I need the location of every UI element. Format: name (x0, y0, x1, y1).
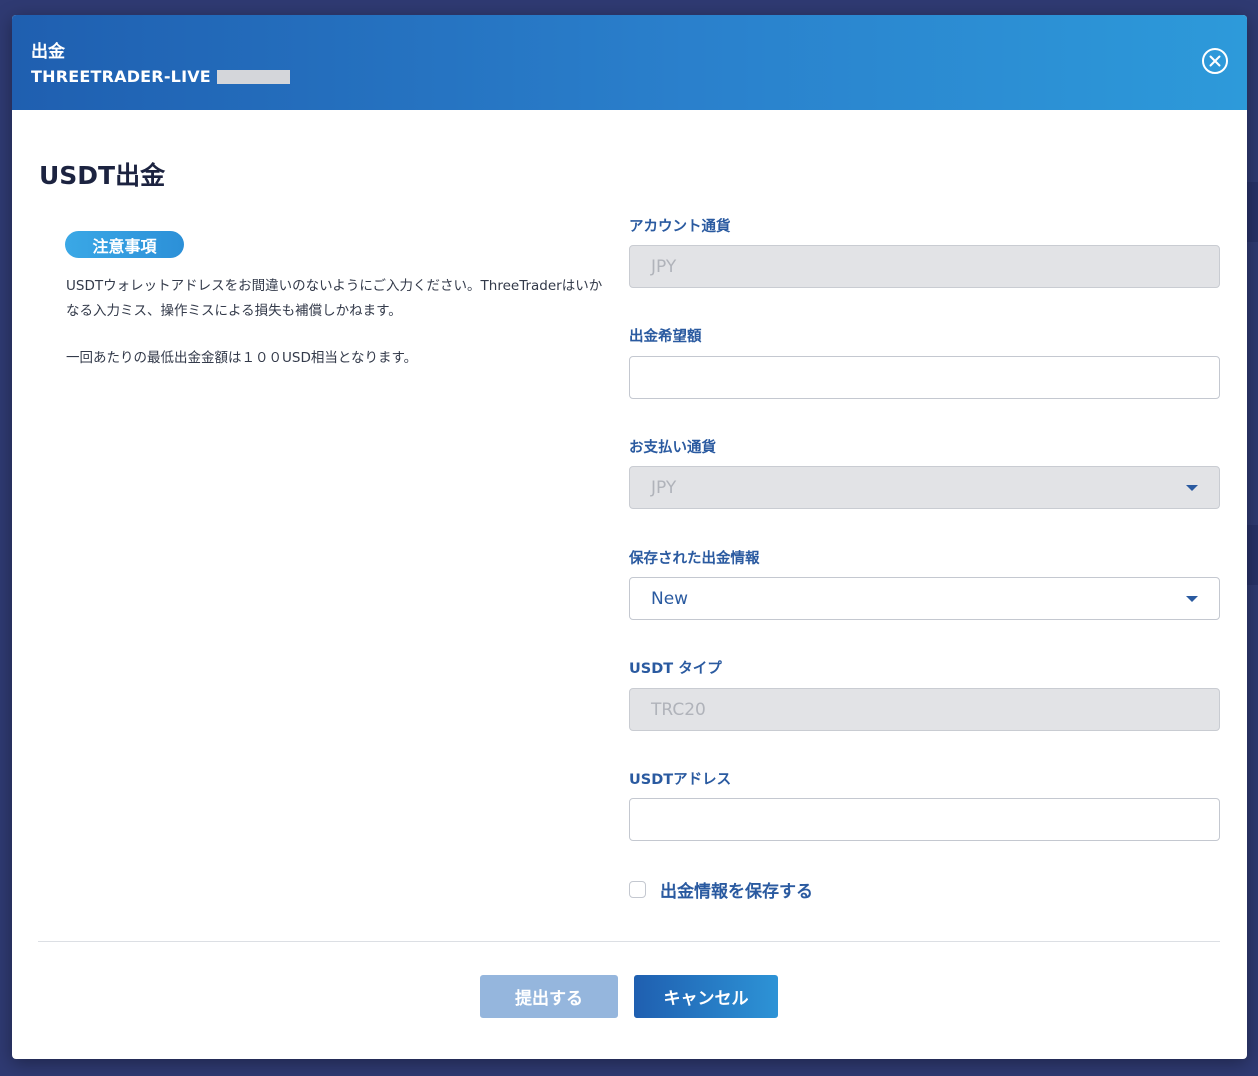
account-currency-label: アカウント通貨 (629, 219, 731, 235)
account-currency-value: JPY (651, 256, 677, 277)
payment-currency-label: お支払い通貨 (629, 440, 716, 456)
save-info-checkbox[interactable] (629, 881, 646, 898)
backdrop-stripe (1246, 182, 1258, 242)
notice-text: USDTウォレットアドレスをお間違いのないようにご入力ください。ThreeTra… (66, 274, 611, 371)
page-title: USDT出金 (39, 161, 166, 190)
saved-info-value: New (651, 588, 689, 609)
notice-line-1: USDTウォレットアドレスをお間違いのないようにご入力ください。ThreeTra… (66, 278, 603, 319)
notice-line-2: 一回あたりの最低出金金額は１００USD相当となります。 (66, 350, 418, 366)
usdt-type-field: TRC20 (629, 688, 1220, 731)
withdrawal-dialog: 出金 THREETRADER-LIVE - USDT出金 注意事項 USDTウォ… (12, 15, 1247, 1059)
notice-badge: 注意事項 (65, 231, 184, 258)
save-info-label[interactable]: 出金情報を保存する (660, 877, 813, 902)
save-info-row: 出金情報を保存する (629, 877, 813, 902)
amount-input[interactable] (651, 357, 1219, 398)
backdrop-stripe (1246, 525, 1258, 585)
close-button[interactable] (1202, 48, 1228, 74)
payment-currency-value: JPY (651, 477, 677, 498)
usdt-address-input[interactable] (651, 799, 1219, 840)
dialog-account-subtitle: THREETRADER-LIVE - (31, 67, 224, 86)
amount-label: 出金希望額 (629, 329, 702, 345)
saved-info-select[interactable]: New (629, 577, 1220, 620)
payment-currency-select: JPY (629, 466, 1220, 509)
usdt-type-label: USDT タイプ (629, 661, 722, 677)
amount-field[interactable] (629, 356, 1220, 399)
usdt-type-value: TRC20 (651, 699, 706, 720)
cancel-button[interactable]: キャンセル (634, 975, 778, 1018)
dialog-title: 出金 (31, 42, 65, 62)
dialog-header: 出金 THREETRADER-LIVE - (12, 15, 1247, 110)
caret-down-icon (1186, 596, 1198, 602)
submit-button[interactable]: 提出する (480, 975, 618, 1018)
saved-info-label: 保存された出金情報 (629, 551, 760, 567)
close-icon (1209, 55, 1221, 67)
caret-down-icon (1186, 485, 1198, 491)
account-currency-field: JPY (629, 245, 1220, 288)
usdt-address-label: USDTアドレス (629, 772, 732, 788)
redacted-account-number (217, 70, 290, 84)
usdt-address-field[interactable] (629, 798, 1220, 841)
footer-divider (38, 941, 1220, 942)
